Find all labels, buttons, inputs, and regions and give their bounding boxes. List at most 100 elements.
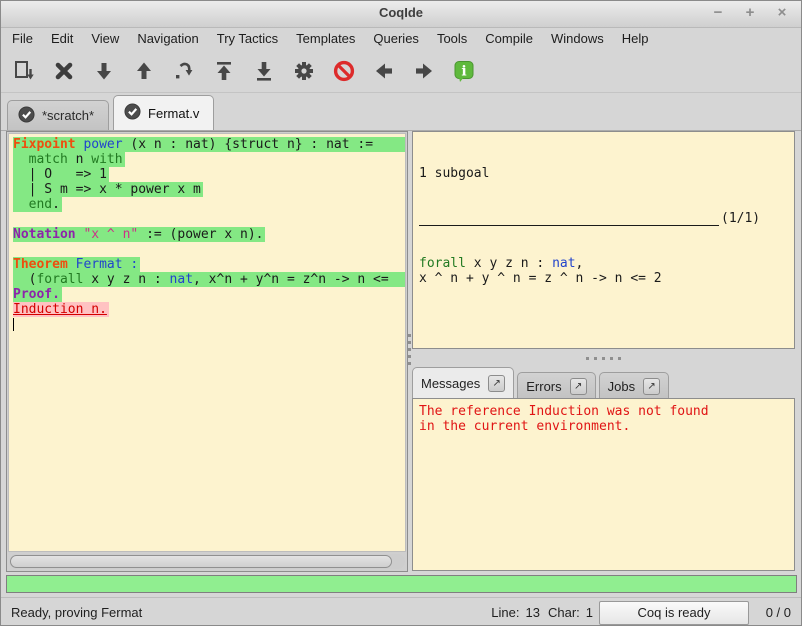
code-segment: , xyxy=(576,256,584,271)
menu-edit[interactable]: Edit xyxy=(42,28,82,49)
tab-errors[interactable]: Errors ↗ xyxy=(517,372,595,399)
window-title: CoqIde xyxy=(1,5,801,20)
step-backward-icon xyxy=(132,59,156,83)
detach-icon[interactable]: ↗ xyxy=(570,378,587,395)
svg-text:i: i xyxy=(461,64,466,80)
next-icon xyxy=(412,59,436,83)
interrupt-icon xyxy=(332,59,356,83)
about-icon: i xyxy=(452,59,476,83)
sentence-highlight: end. xyxy=(13,197,62,212)
code-segment: , x^n + y^n = z^n -> n <= xyxy=(193,272,389,287)
goal-line: x ^ n + y ^ n = z ^ n -> n <= 2 xyxy=(419,271,788,286)
statusbar: Ready, proving Fermat Line: 13 Char: 1 C… xyxy=(1,597,801,626)
tab-label: Messages xyxy=(421,376,480,391)
interrupt-button[interactable] xyxy=(331,58,357,84)
code-line: Theorem Fermat : xyxy=(13,257,405,272)
go-to-start-button[interactable] xyxy=(211,58,237,84)
close-button[interactable]: × xyxy=(773,3,791,23)
sentence-highlight: match n with xyxy=(13,152,125,167)
code-segment: match xyxy=(29,152,68,167)
code-segment xyxy=(68,257,76,272)
code-segment: forall xyxy=(419,256,466,271)
tab-messages[interactable]: Messages ↗ xyxy=(412,367,514,399)
code-line: | O => 1 xyxy=(13,167,405,182)
close-buffer-icon xyxy=(52,59,76,83)
tab-label: Errors xyxy=(526,379,561,394)
code-line xyxy=(13,242,405,257)
code-segment: with xyxy=(91,152,122,167)
code-segment: "x ^ n" xyxy=(83,227,138,242)
save-button[interactable] xyxy=(11,58,37,84)
script-editor-pane[interactable]: Fixpoint power (x n : nat) {struct n} : … xyxy=(6,131,408,572)
code-line: Proof. xyxy=(13,287,405,302)
message-text: The reference Induction was not foundin … xyxy=(413,399,794,439)
code-line: end. xyxy=(13,197,405,212)
about-button[interactable]: i xyxy=(451,58,477,84)
sentence-highlight: Fixpoint power (x n : nat) {struct n} : … xyxy=(13,137,405,152)
code-segment: x y z n : xyxy=(83,272,169,287)
code-segment: . xyxy=(52,197,60,212)
progress-bar xyxy=(6,575,797,593)
sentence-highlight: Theorem Fermat : xyxy=(13,257,140,272)
code-segment: forall xyxy=(36,272,83,287)
code-segment: n xyxy=(68,152,91,167)
code-segment: Theorem xyxy=(13,257,68,272)
save-icon xyxy=(12,59,36,83)
titlebar[interactable]: CoqIde −+ × xyxy=(1,1,801,28)
code-segment: ( xyxy=(13,272,36,287)
horizontal-splitter-handle[interactable] xyxy=(412,354,795,363)
line-value: 13 xyxy=(526,605,540,620)
code-segment: := (power x n). xyxy=(138,227,263,242)
code-line: Fixpoint power (x n : nat) {struct n} : … xyxy=(13,137,405,152)
code-segment: power xyxy=(83,137,122,152)
menu-windows[interactable]: Windows xyxy=(542,28,613,49)
goal-counter: (1/1) xyxy=(721,211,760,226)
menu-try-tactics[interactable]: Try Tactics xyxy=(208,28,287,49)
messages-pane: The reference Induction was not foundin … xyxy=(412,398,795,571)
step-forward-button[interactable] xyxy=(91,58,117,84)
status-message: Ready, proving Fermat xyxy=(11,605,491,620)
document-tabbar: *scratch*Fermat.v xyxy=(1,93,801,131)
line-label: Line: xyxy=(491,605,519,620)
script-buffer[interactable]: Fixpoint power (x n : nat) {struct n} : … xyxy=(8,133,406,552)
menu-navigation[interactable]: Navigation xyxy=(128,28,207,49)
detach-icon[interactable]: ↗ xyxy=(488,375,505,392)
next-button[interactable] xyxy=(411,58,437,84)
detach-icon[interactable]: ↗ xyxy=(643,378,660,395)
menu-file[interactable]: File xyxy=(3,28,42,49)
tab-check-icon xyxy=(124,103,141,123)
menu-tools[interactable]: Tools xyxy=(428,28,476,49)
message-line: in the current environment. xyxy=(419,419,788,434)
scrollbar-thumb[interactable] xyxy=(10,555,392,568)
maximize-button[interactable]: + xyxy=(741,3,759,23)
worker-counts: 0 / 0 xyxy=(755,605,791,620)
tab-check-icon xyxy=(18,106,35,126)
menu-compile[interactable]: Compile xyxy=(476,28,542,49)
tab-jobs[interactable]: Jobs ↗ xyxy=(599,372,669,399)
coq-state-button[interactable]: Coq is ready xyxy=(599,601,749,625)
menu-view[interactable]: View xyxy=(82,28,128,49)
go-to-end-button[interactable] xyxy=(251,58,277,84)
code-segment: x ^ n + y ^ n = z ^ n -> n <= 2 xyxy=(419,271,662,286)
go-to-cursor-icon xyxy=(172,59,196,83)
code-segment xyxy=(13,152,29,167)
sentence-highlight: Notation "x ^ n" := (power x n). xyxy=(13,227,265,242)
menu-help[interactable]: Help xyxy=(613,28,658,49)
minimize-button[interactable]: − xyxy=(709,3,727,23)
menu-queries[interactable]: Queries xyxy=(364,28,428,49)
tab-fermat-v[interactable]: Fermat.v xyxy=(113,95,214,130)
previous-button[interactable] xyxy=(371,58,397,84)
char-label: Char: xyxy=(548,605,580,620)
coqide-window: CoqIde −+ × FileEditViewNavigationTry Tac… xyxy=(0,0,802,626)
fully-check-button[interactable] xyxy=(291,58,317,84)
horizontal-scrollbar[interactable] xyxy=(9,554,405,569)
menu-templates[interactable]: Templates xyxy=(287,28,364,49)
tab-label: Jobs xyxy=(608,379,635,394)
code-segment: Notation xyxy=(13,227,76,242)
code-line: Induction n. xyxy=(13,302,405,317)
go-to-cursor-button[interactable] xyxy=(171,58,197,84)
close-buffer-button[interactable] xyxy=(51,58,77,84)
tab--scratch-[interactable]: *scratch* xyxy=(7,100,109,130)
code-segment: | O => 1 xyxy=(13,167,107,182)
step-backward-button[interactable] xyxy=(131,58,157,84)
